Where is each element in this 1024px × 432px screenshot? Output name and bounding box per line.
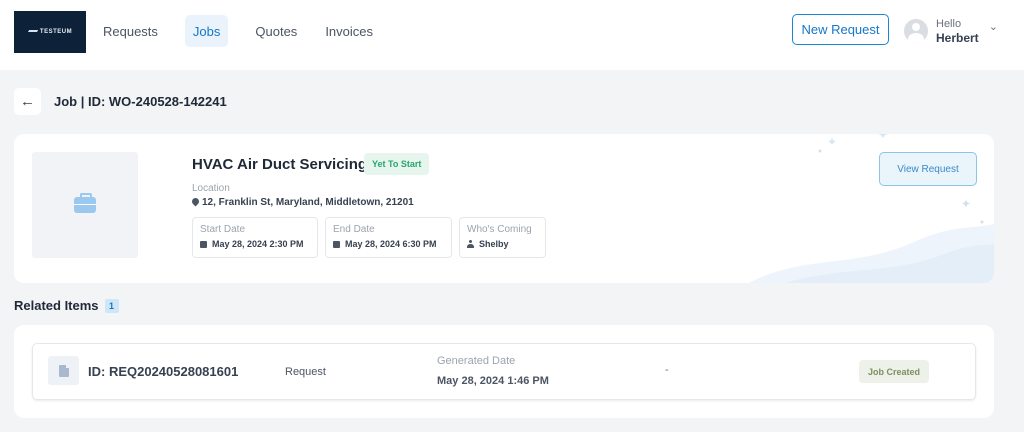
- user-menu[interactable]: Hello Herbert ⌄: [904, 17, 998, 45]
- new-request-button[interactable]: New Request: [792, 14, 889, 45]
- job-details-card: HVAC Air Duct Servicing Yet To Start Loc…: [14, 134, 994, 283]
- related-item-type: Request: [285, 366, 326, 378]
- logo-mark-icon: [26, 30, 39, 34]
- view-request-button[interactable]: View Request: [879, 152, 977, 186]
- avatar[interactable]: [904, 19, 928, 43]
- start-date-text: May 28, 2024 2:30 PM: [212, 239, 304, 249]
- main-nav: Requests Jobs Quotes Invoices: [92, 15, 390, 47]
- whos-coming-text: Shelby: [479, 239, 509, 249]
- whos-coming-label: Who's Coming: [467, 224, 532, 235]
- back-button[interactable]: ←: [14, 88, 41, 115]
- document-icon: [58, 364, 69, 377]
- list-item[interactable]: ID: REQ20240528081601 Request Generated …: [32, 343, 976, 400]
- map-pin-icon: [192, 198, 199, 207]
- company-logo[interactable]: TESTEUM: [14, 11, 86, 53]
- end-date-box: End Date May 28, 2024 6:30 PM: [325, 217, 452, 258]
- calendar-icon: [333, 240, 340, 248]
- location-label: Location: [192, 183, 230, 194]
- start-date-value: May 28, 2024 2:30 PM: [200, 239, 310, 249]
- related-items-title: Related Items: [14, 298, 99, 313]
- location-value: 12, Franklin St, Maryland, Middletown, 2…: [192, 197, 414, 208]
- top-navbar: TESTEUM Requests Jobs Quotes Invoices Ne…: [0, 0, 1024, 70]
- document-thumb: [48, 356, 79, 385]
- related-count-badge: 1: [104, 298, 119, 313]
- status-badge: Yet To Start: [364, 153, 430, 175]
- generated-date-label: Generated Date: [437, 355, 516, 367]
- user-name: Herbert: [936, 31, 979, 45]
- job-title: HVAC Air Duct Servicing: [192, 156, 368, 173]
- location-text: 12, Franklin St, Maryland, Middletown, 2…: [202, 197, 414, 208]
- related-item-extra: -: [665, 364, 669, 376]
- logo-text: TESTEUM: [39, 29, 73, 35]
- whos-coming-box: Who's Coming Shelby: [459, 217, 546, 258]
- user-greeting: Hello Herbert: [936, 17, 979, 45]
- generated-date-value: May 28, 2024 1:46 PM: [437, 375, 549, 387]
- related-item-id[interactable]: ID: REQ20240528081601: [88, 364, 238, 379]
- greeting-text: Hello: [936, 18, 962, 30]
- end-date-text: May 28, 2024 6:30 PM: [345, 239, 437, 249]
- related-items-card: ID: REQ20240528081601 Request Generated …: [14, 325, 994, 418]
- decorative-wave: [749, 134, 994, 283]
- nav-quotes[interactable]: Quotes: [244, 15, 308, 47]
- briefcase-icon: [74, 193, 96, 213]
- page-title: Job | ID: WO-240528-142241: [54, 94, 227, 109]
- nav-requests[interactable]: Requests: [92, 15, 169, 47]
- arrow-left-icon: ←: [20, 93, 35, 110]
- whos-coming-value: Shelby: [467, 239, 538, 249]
- end-date-value: May 28, 2024 6:30 PM: [333, 239, 444, 249]
- start-date-box: Start Date May 28, 2024 2:30 PM: [192, 217, 318, 258]
- person-icon: [467, 240, 474, 248]
- chevron-down-icon[interactable]: ⌄: [989, 20, 998, 33]
- start-date-label: Start Date: [200, 224, 246, 235]
- calendar-icon: [200, 240, 207, 248]
- related-items-heading: Related Items 1: [14, 298, 119, 313]
- job-image-placeholder: [32, 152, 138, 258]
- nav-jobs[interactable]: Jobs: [184, 15, 229, 47]
- related-status-badge: Job Created: [859, 360, 930, 383]
- end-date-label: End Date: [333, 224, 375, 235]
- nav-invoices[interactable]: Invoices: [314, 15, 384, 47]
